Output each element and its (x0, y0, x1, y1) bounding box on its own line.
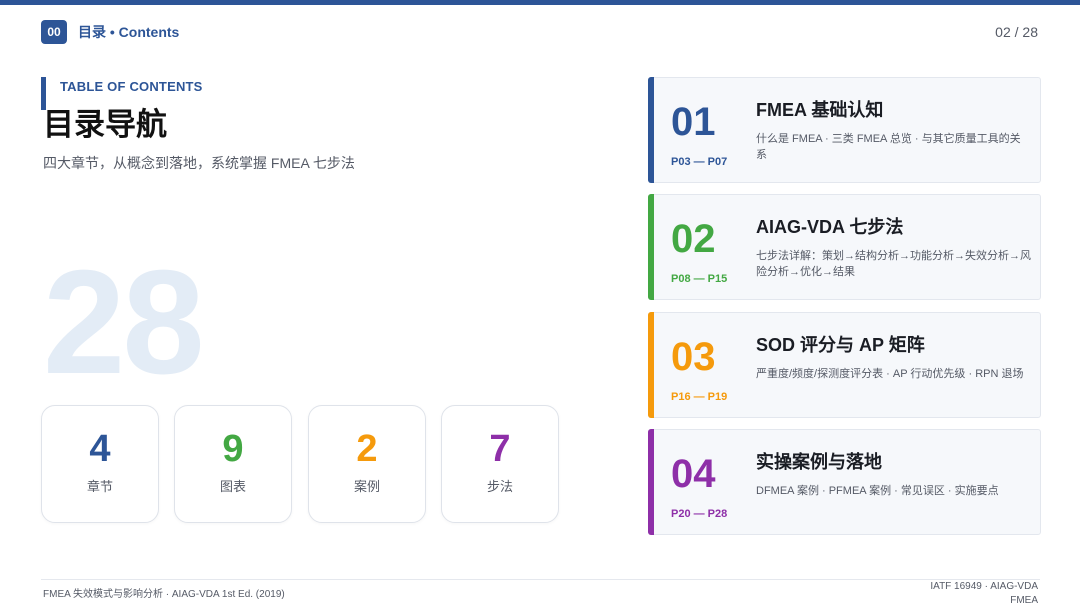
top-accent-bar (0, 0, 1080, 5)
chapter-page-range: P20 — P28 (671, 508, 728, 520)
chapter-page-range: P08 — P15 (671, 273, 728, 285)
stat-value: 4 (89, 428, 111, 470)
stat-value: 7 (489, 428, 511, 470)
page-title: 目录导航 (43, 107, 167, 142)
stat-label: 步法 (486, 479, 513, 494)
chapter-description: 七步法详解：策划→结构分析→功能分析→失效分析→风险分析→优化→结果 (756, 250, 1031, 278)
page-count-watermark: 28 (43, 240, 205, 405)
stat-label: 案例 (353, 479, 380, 494)
section-title: 目录 • Contents (78, 24, 180, 40)
chapter-title: SOD 评分与 AP 矩阵 (756, 335, 925, 355)
chapter-accent-bar (648, 194, 654, 300)
stat-card-charts: 9 图表 (174, 405, 292, 523)
chapter-title: 实操案例与落地 (756, 452, 882, 472)
page-subtitle: 四大章节，从概念到落地，系统掌握 FMEA 七步法 (43, 155, 355, 171)
footer-divider (41, 579, 1040, 580)
stat-label: 章节 (86, 479, 113, 494)
chapter-accent-bar (648, 429, 654, 535)
stat-card-chapters: 4 章节 (41, 405, 159, 523)
chapter-page-range: P16 — P19 (671, 391, 728, 403)
chapter-title: FMEA 基础认知 (756, 100, 884, 120)
chapter-card-01[interactable]: 01 P03 — P07 FMEA 基础认知 什么是 FMEA · 三类 FME… (648, 77, 1041, 183)
toc-label: TABLE OF CONTENTS (60, 79, 203, 94)
stat-label: 图表 (219, 479, 246, 494)
chapter-card-04[interactable]: 04 P20 — P28 实操案例与落地 DFMEA 案例 · PFMEA 案例… (648, 429, 1041, 535)
chapter-number: 03 (671, 335, 716, 379)
chapter-description: 严重度/频度/探测度评分表 · AP 行动优先级 · RPN 退场 (756, 368, 1024, 380)
chapter-card-03[interactable]: 03 P16 — P19 SOD 评分与 AP 矩阵 严重度/频度/探测度评分表… (648, 312, 1041, 418)
stat-card-steps: 7 步法 (441, 405, 559, 523)
chapter-accent-bar (648, 312, 654, 418)
chapter-card-02[interactable]: 02 P08 — P15 AIAG-VDA 七步法 七步法详解：策划→结构分析→… (648, 194, 1041, 300)
chapter-title: AIAG-VDA 七步法 (756, 217, 904, 237)
chapter-number: 04 (671, 452, 716, 496)
chapter-page-range: P03 — P07 (671, 156, 728, 168)
footer-source: FMEA 失效模式与影响分析 · AIAG-VDA 1st Ed. (2019) (43, 589, 285, 600)
stat-value: 9 (222, 428, 244, 470)
footer-standard: IATF 16949 · AIAG-VDA FMEA (930, 581, 1038, 606)
page-number: 02 / 28 (995, 24, 1038, 40)
chapter-description: 什么是 FMEA · 三类 FMEA 总览 · 与其它质量工具的关系 (756, 133, 1021, 161)
chapter-accent-bar (648, 77, 654, 183)
stat-card-cases: 2 案例 (308, 405, 426, 523)
chapter-number: 01 (671, 100, 716, 144)
stat-value: 2 (356, 428, 378, 470)
section-badge: 00 (41, 20, 67, 44)
chapter-number: 02 (671, 217, 716, 261)
chapter-description: DFMEA 案例 · PFMEA 案例 · 常见误区 · 实施要点 (756, 485, 999, 497)
